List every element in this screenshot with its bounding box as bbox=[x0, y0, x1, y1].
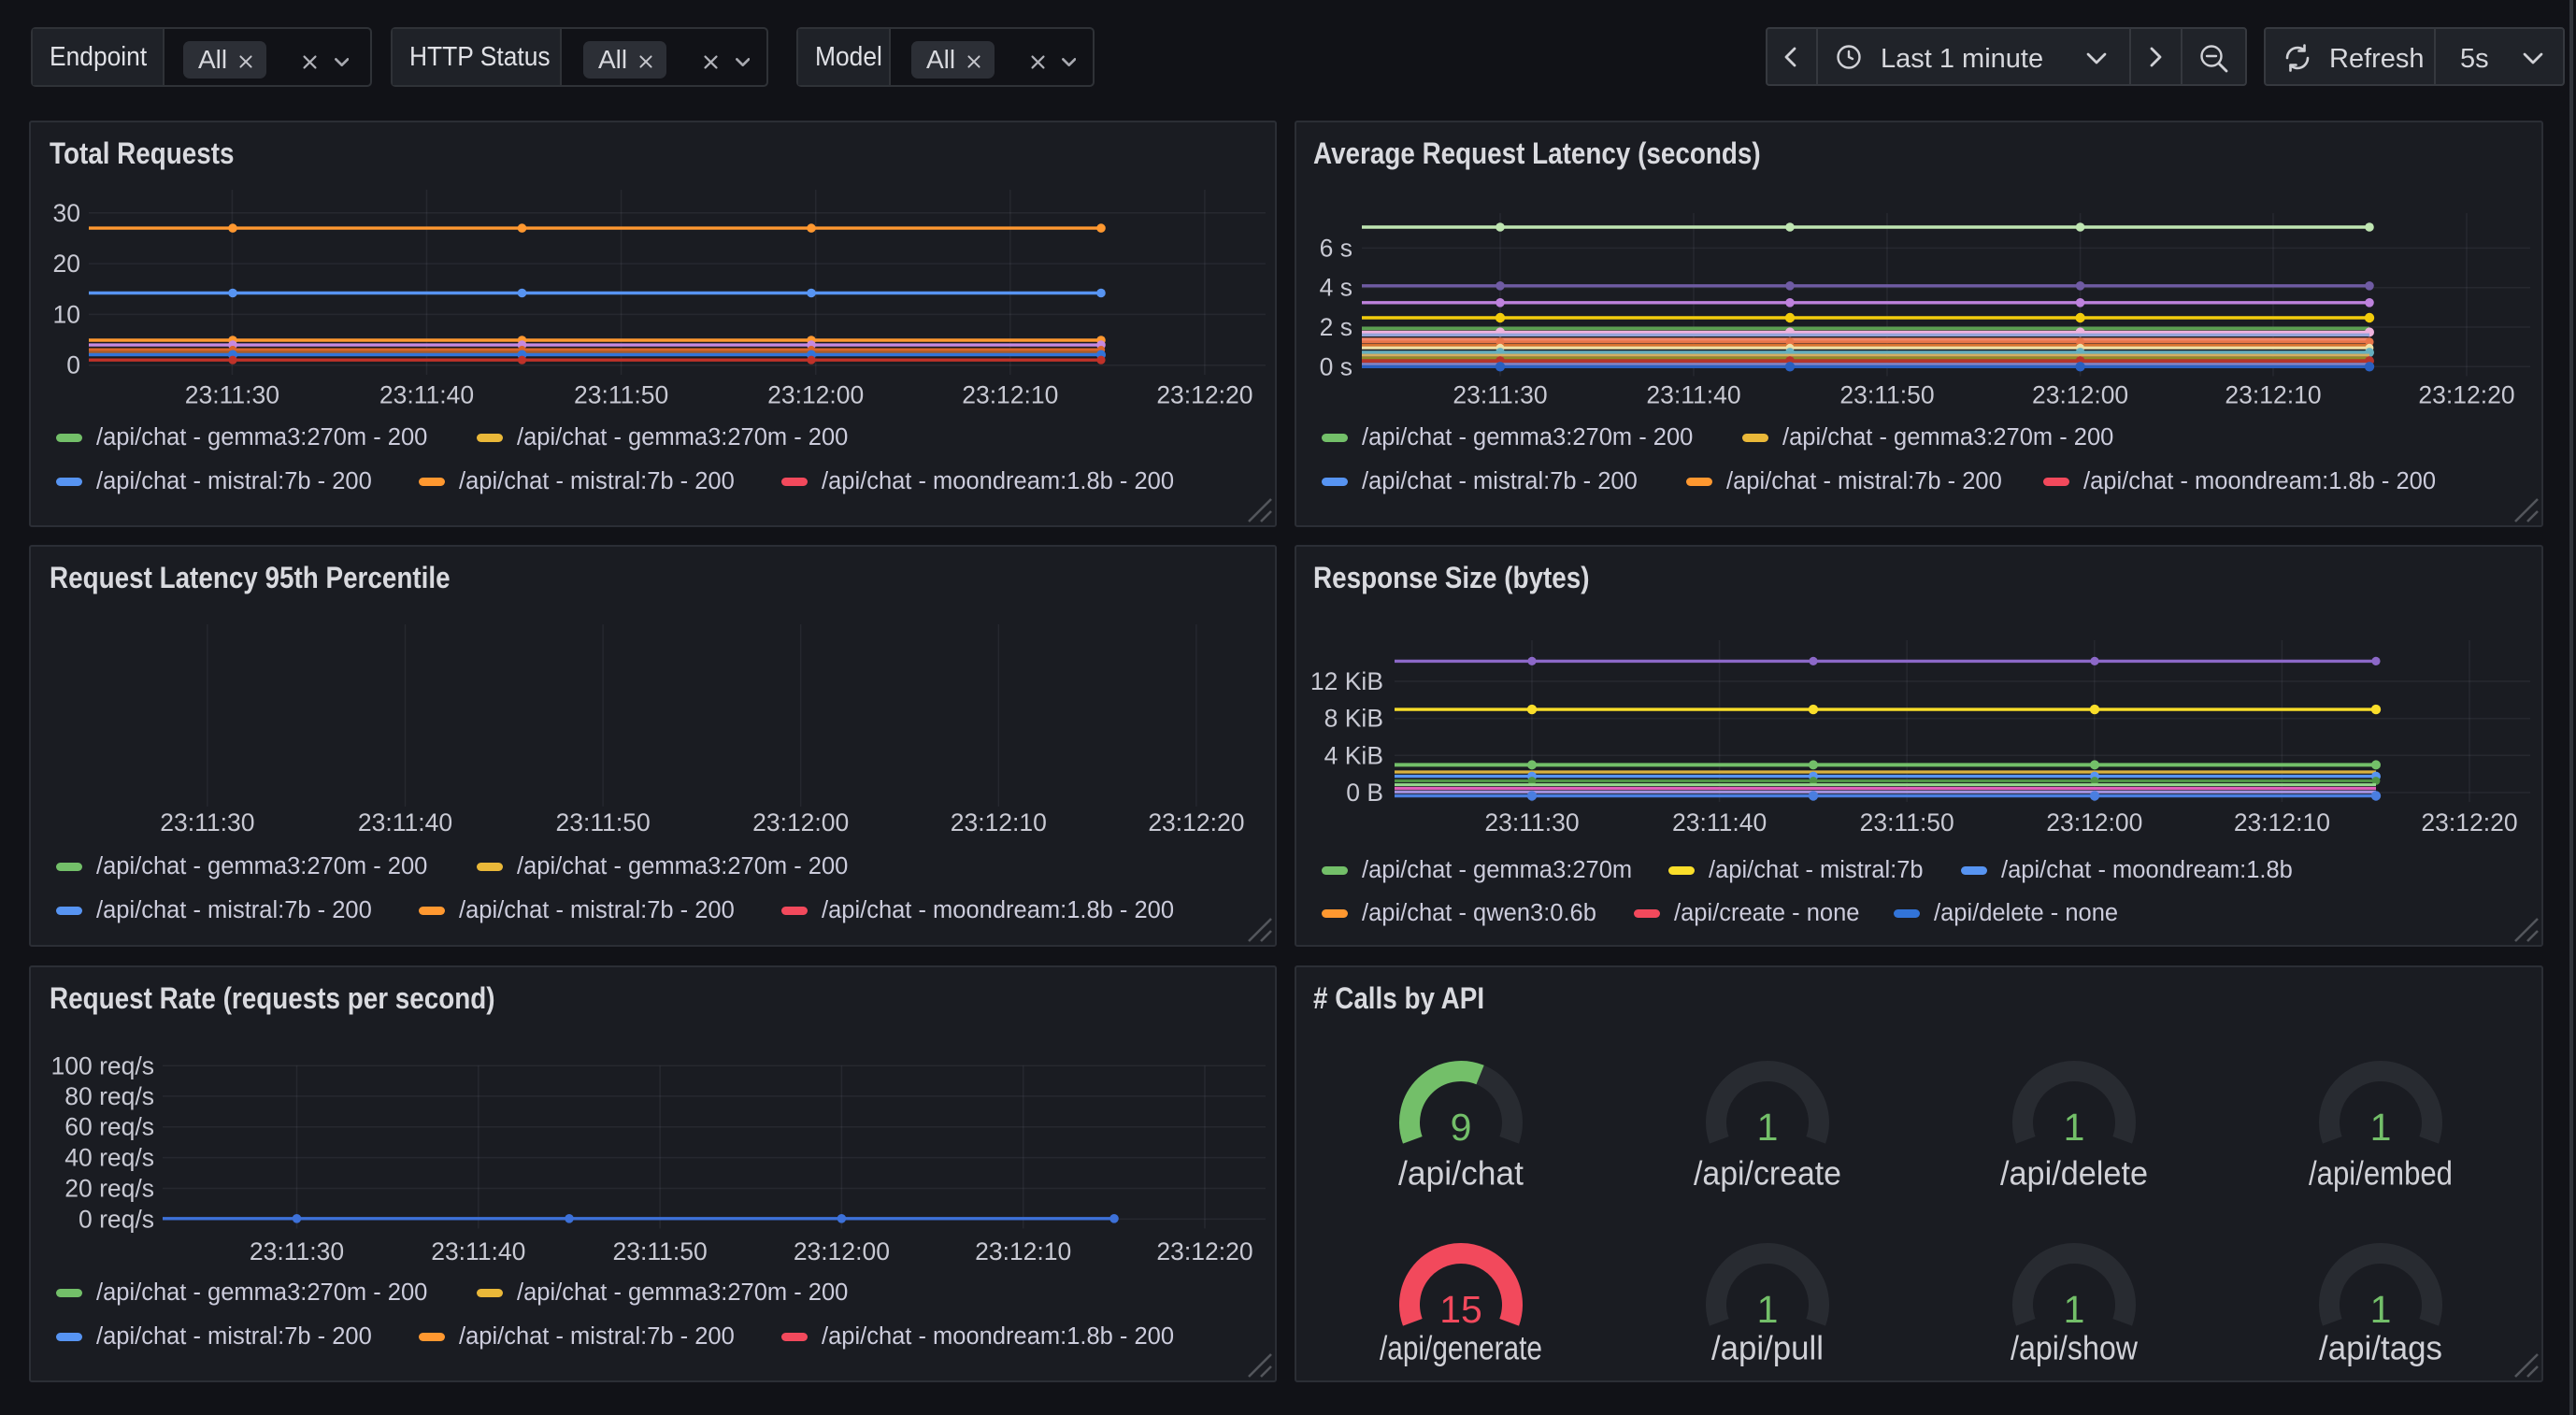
svg-text:23:12:00: 23:12:00 bbox=[2032, 381, 2128, 409]
svg-text:0 req/s: 0 req/s bbox=[79, 1205, 154, 1233]
svg-text:23:11:50: 23:11:50 bbox=[1839, 381, 1934, 409]
svg-text:23:11:40: 23:11:40 bbox=[1672, 808, 1767, 836]
svg-text:23:12:20: 23:12:20 bbox=[1148, 808, 1244, 836]
svg-text:4 s: 4 s bbox=[1320, 274, 1352, 302]
svg-text:23:11:30: 23:11:30 bbox=[1453, 381, 1547, 409]
svg-text:23:12:10: 23:12:10 bbox=[2234, 808, 2330, 836]
svg-text:0 s: 0 s bbox=[1320, 352, 1352, 380]
svg-text:23:11:30: 23:11:30 bbox=[250, 1237, 344, 1265]
svg-text:/api/delete: /api/delete bbox=[2000, 1154, 2148, 1193]
svg-text:23:12:20: 23:12:20 bbox=[2421, 808, 2517, 836]
svg-text:23:12:20: 23:12:20 bbox=[1156, 1237, 1252, 1265]
svg-text:23:12:00: 23:12:00 bbox=[2046, 808, 2142, 836]
svg-text:1: 1 bbox=[1757, 1288, 1779, 1331]
svg-text:23:11:50: 23:11:50 bbox=[574, 381, 668, 409]
svg-text:/api/embed: /api/embed bbox=[2309, 1154, 2453, 1193]
svg-text:80 req/s: 80 req/s bbox=[64, 1082, 154, 1110]
svg-text:0: 0 bbox=[66, 351, 80, 379]
svg-text:/api/chat: /api/chat bbox=[1398, 1154, 1524, 1193]
svg-text:23:12:10: 23:12:10 bbox=[951, 808, 1047, 836]
svg-text:10: 10 bbox=[53, 300, 80, 328]
svg-text:23:11:30: 23:11:30 bbox=[160, 808, 254, 836]
svg-text:100 req/s: 100 req/s bbox=[51, 1051, 155, 1079]
svg-text:8 KiB: 8 KiB bbox=[1324, 705, 1383, 733]
svg-text:1: 1 bbox=[2064, 1288, 2085, 1331]
svg-text:23:11:30: 23:11:30 bbox=[1484, 808, 1579, 836]
svg-text:23:11:40: 23:11:40 bbox=[1646, 381, 1740, 409]
svg-text:23:12:20: 23:12:20 bbox=[1156, 381, 1252, 409]
svg-text:23:12:10: 23:12:10 bbox=[962, 381, 1058, 409]
svg-text:40 req/s: 40 req/s bbox=[64, 1144, 154, 1172]
svg-text:23:11:50: 23:11:50 bbox=[1860, 808, 1954, 836]
svg-text:23:12:10: 23:12:10 bbox=[2225, 381, 2321, 409]
svg-text:20 req/s: 20 req/s bbox=[64, 1175, 154, 1203]
svg-text:/api/pull: /api/pull bbox=[1711, 1329, 1824, 1367]
svg-text:23:12:10: 23:12:10 bbox=[975, 1237, 1071, 1265]
svg-text:23:11:50: 23:11:50 bbox=[613, 1237, 708, 1265]
svg-text:6 s: 6 s bbox=[1320, 234, 1352, 262]
svg-text:30: 30 bbox=[53, 199, 80, 227]
svg-text:12 KiB: 12 KiB bbox=[1310, 667, 1383, 695]
svg-text:20: 20 bbox=[53, 250, 80, 278]
svg-text:60 req/s: 60 req/s bbox=[64, 1113, 154, 1141]
svg-text:/api/show: /api/show bbox=[2011, 1329, 2139, 1367]
svg-text:1: 1 bbox=[2064, 1106, 2085, 1149]
svg-text:1: 1 bbox=[1757, 1106, 1779, 1149]
svg-text:23:11:30: 23:11:30 bbox=[185, 381, 279, 409]
svg-text:9: 9 bbox=[1451, 1106, 1472, 1149]
svg-text:23:12:00: 23:12:00 bbox=[794, 1237, 890, 1265]
svg-text:/api/tags: /api/tags bbox=[2319, 1329, 2442, 1367]
svg-text:1: 1 bbox=[2370, 1288, 2392, 1331]
svg-text:2 s: 2 s bbox=[1320, 313, 1352, 341]
svg-text:/api/create: /api/create bbox=[1694, 1154, 1841, 1193]
svg-text:23:11:50: 23:11:50 bbox=[556, 808, 651, 836]
svg-text:23:12:00: 23:12:00 bbox=[767, 381, 864, 409]
svg-text:23:12:00: 23:12:00 bbox=[752, 808, 849, 836]
svg-text:23:11:40: 23:11:40 bbox=[431, 1237, 525, 1265]
svg-text:23:11:40: 23:11:40 bbox=[379, 381, 474, 409]
svg-text:0 B: 0 B bbox=[1346, 779, 1383, 807]
svg-text:1: 1 bbox=[2370, 1106, 2392, 1149]
svg-text:23:11:40: 23:11:40 bbox=[358, 808, 452, 836]
svg-text:23:12:20: 23:12:20 bbox=[2418, 381, 2514, 409]
svg-text:15: 15 bbox=[1439, 1288, 1482, 1331]
svg-text:4 KiB: 4 KiB bbox=[1324, 741, 1383, 769]
svg-text:/api/generate: /api/generate bbox=[1380, 1329, 1542, 1367]
